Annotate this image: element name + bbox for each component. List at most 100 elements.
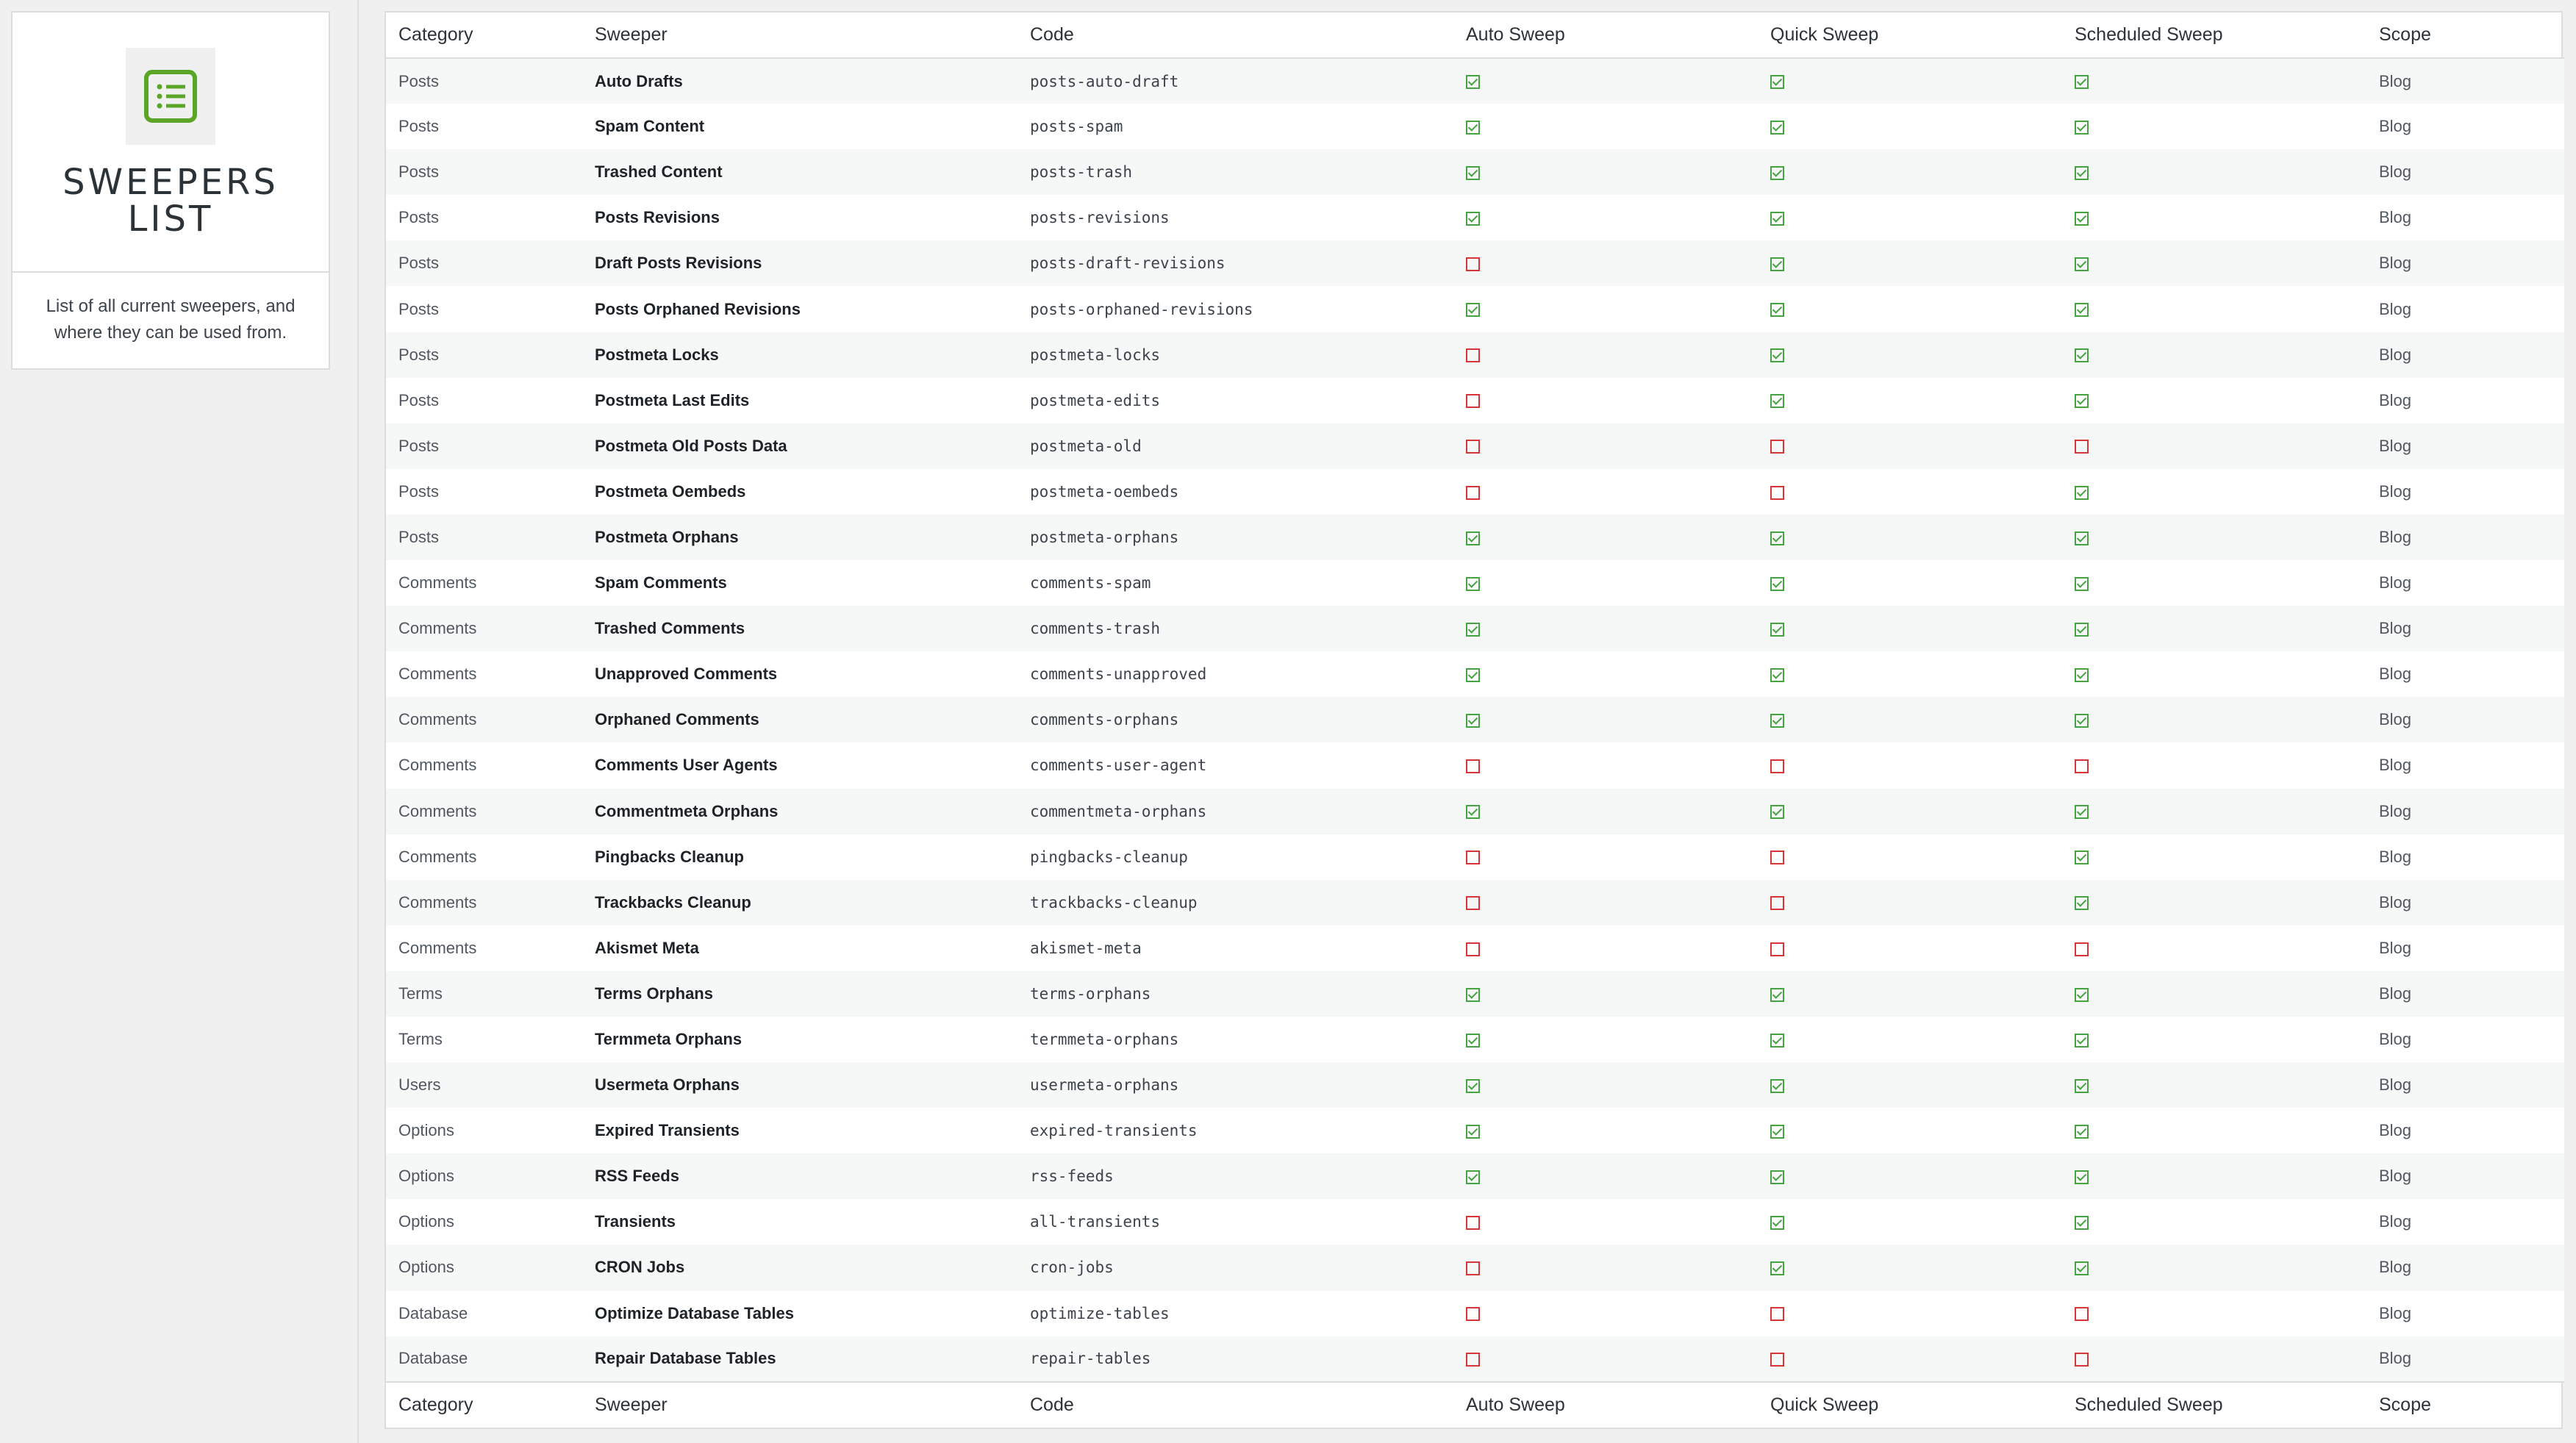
disabled-box-icon (1466, 1352, 1480, 1367)
sweeper-name-cell: Postmeta Locks (595, 345, 719, 364)
quick-sweep-cell (1758, 742, 2062, 788)
code-cell: cron-jobs (1030, 1258, 1114, 1277)
sweeper-name-cell: Postmeta Orphans (595, 527, 739, 546)
sweeper-name-cell: Posts Orphaned Revisions (595, 299, 801, 318)
code-cell: postmeta-old (1030, 437, 1142, 455)
quick-sweep-cell (1758, 58, 2062, 104)
column-footer-category[interactable]: Category (386, 1381, 582, 1428)
disabled-box-icon (1466, 851, 1480, 865)
table-row: Comments Spam Comments comments-spam Blog (386, 560, 2564, 606)
enabled-check-icon (2075, 576, 2089, 591)
disabled-box-icon (1466, 896, 1480, 911)
auto-sweep-cell (1453, 789, 1758, 834)
scope-cell: Blog (2379, 71, 2412, 90)
disabled-box-icon (2075, 1352, 2089, 1367)
column-footer-scope[interactable]: Scope (2366, 1381, 2564, 1428)
auto-sweep-cell (1453, 697, 1758, 742)
enabled-check-icon (1770, 622, 1784, 637)
column-header-sweeper[interactable]: Sweeper (582, 12, 1017, 59)
column-header-auto-sweep[interactable]: Auto Sweep (1453, 12, 1758, 59)
enabled-check-icon (1770, 987, 1784, 1002)
sweeper-name-cell: Posts Revisions (595, 208, 720, 227)
enabled-check-icon (1770, 75, 1784, 90)
sweeper-name-cell: Trackbacks Cleanup (595, 892, 751, 912)
sweepers-table: Category Sweeper Code Auto Sweep Quick S… (386, 12, 2564, 1428)
column-footer-quick-sweep[interactable]: Quick Sweep (1758, 1381, 2062, 1428)
column-header-quick-sweep[interactable]: Quick Sweep (1758, 12, 2062, 59)
scope-cell: Blog (2379, 208, 2412, 227)
auto-sweep-cell (1453, 58, 1758, 104)
quick-sweep-cell (1758, 1245, 2062, 1290)
quick-sweep-cell (1758, 834, 2062, 880)
code-cell: comments-orphans (1030, 711, 1179, 729)
column-header-scheduled-sweep[interactable]: Scheduled Sweep (2062, 12, 2366, 59)
quick-sweep-cell (1758, 195, 2062, 240)
quick-sweep-cell (1758, 1336, 2062, 1382)
scope-cell: Blog (2379, 481, 2412, 501)
column-footer-scheduled-sweep[interactable]: Scheduled Sweep (2062, 1381, 2366, 1428)
scheduled-sweep-cell (2062, 971, 2366, 1017)
auto-sweep-cell (1453, 1062, 1758, 1108)
quick-sweep-cell (1758, 423, 2062, 469)
scope-cell: Blog (2379, 162, 2412, 182)
column-header-category[interactable]: Category (386, 12, 582, 59)
sweeper-name-cell: Akismet Meta (595, 938, 699, 957)
category-cell: Comments (398, 892, 477, 912)
table-row: Posts Posts Revisions posts-revisions Blog (386, 195, 2564, 241)
table-row: Database Repair Database Tables repair-tab… (386, 1336, 2564, 1382)
column-header-scope[interactable]: Scope (2366, 12, 2564, 59)
column-footer-sweeper[interactable]: Sweeper (582, 1381, 1017, 1428)
table-row: Posts Postmeta Oembeds postmeta-oembeds Blo… (386, 468, 2564, 515)
column-footer-code[interactable]: Code (1017, 1381, 1453, 1428)
code-cell: posts-auto-draft (1030, 72, 1179, 90)
enabled-check-icon (1466, 714, 1480, 728)
quick-sweep-cell (1758, 925, 2062, 971)
auto-sweep-cell (1453, 834, 1758, 880)
sweeper-name-cell: Draft Posts Revisions (595, 254, 762, 273)
scope-cell: Blog (2379, 527, 2412, 546)
table-row: Database Optimize Database Tables optimize… (386, 1290, 2564, 1336)
disabled-box-icon (1466, 942, 1480, 956)
sweeper-name-cell: Auto Drafts (595, 71, 683, 90)
code-cell: akismet-meta (1030, 939, 1142, 957)
code-cell: termmeta-orphans (1030, 1031, 1179, 1049)
enabled-check-icon (2075, 714, 2089, 728)
column-footer-auto-sweep[interactable]: Auto Sweep (1453, 1381, 1758, 1428)
enabled-check-icon (1770, 1170, 1784, 1184)
quick-sweep-cell (1758, 286, 2062, 332)
auto-sweep-cell (1453, 880, 1758, 925)
table-footer-row: Category Sweeper Code Auto Sweep Quick S… (386, 1381, 2564, 1428)
disabled-box-icon (1770, 1352, 1784, 1367)
scope-cell: Blog (2379, 1212, 2412, 1231)
disabled-box-icon (1466, 348, 1480, 363)
code-cell: pingbacks-cleanup (1030, 848, 1188, 866)
category-cell: Options (398, 1212, 454, 1231)
code-cell: postmeta-oembeds (1030, 482, 1179, 501)
enabled-check-icon (1466, 576, 1480, 591)
disabled-box-icon (1466, 257, 1480, 272)
disabled-box-icon (1466, 1307, 1480, 1322)
sweeper-name-cell: Termmeta Orphans (595, 1030, 743, 1049)
scope-cell: Blog (2379, 1075, 2412, 1095)
sweeper-name-cell: Optimize Database Tables (595, 1303, 795, 1322)
scope-cell: Blog (2379, 573, 2412, 592)
auto-sweep-cell (1453, 332, 1758, 378)
table-row: Comments Comments User Agents comments-use… (386, 742, 2564, 789)
category-cell: Comments (398, 573, 477, 592)
column-header-code[interactable]: Code (1017, 12, 1453, 59)
auto-sweep-cell (1453, 515, 1758, 560)
quick-sweep-cell (1758, 789, 2062, 834)
enabled-check-icon (2075, 851, 2089, 865)
enabled-check-icon (1770, 303, 1784, 318)
category-cell: Options (398, 1258, 454, 1277)
enabled-check-icon (2075, 1124, 2089, 1139)
table-row: Posts Postmeta Old Posts Data postmeta-old… (386, 423, 2564, 469)
enabled-check-icon (1770, 805, 1784, 820)
scope-cell: Blog (2379, 1349, 2412, 1368)
category-cell: Comments (398, 801, 477, 820)
disabled-box-icon (1466, 1261, 1480, 1276)
enabled-check-icon (1466, 212, 1480, 226)
auto-sweep-cell (1453, 1336, 1758, 1382)
enabled-check-icon (2075, 1261, 2089, 1276)
scheduled-sweep-cell (2062, 834, 2366, 880)
